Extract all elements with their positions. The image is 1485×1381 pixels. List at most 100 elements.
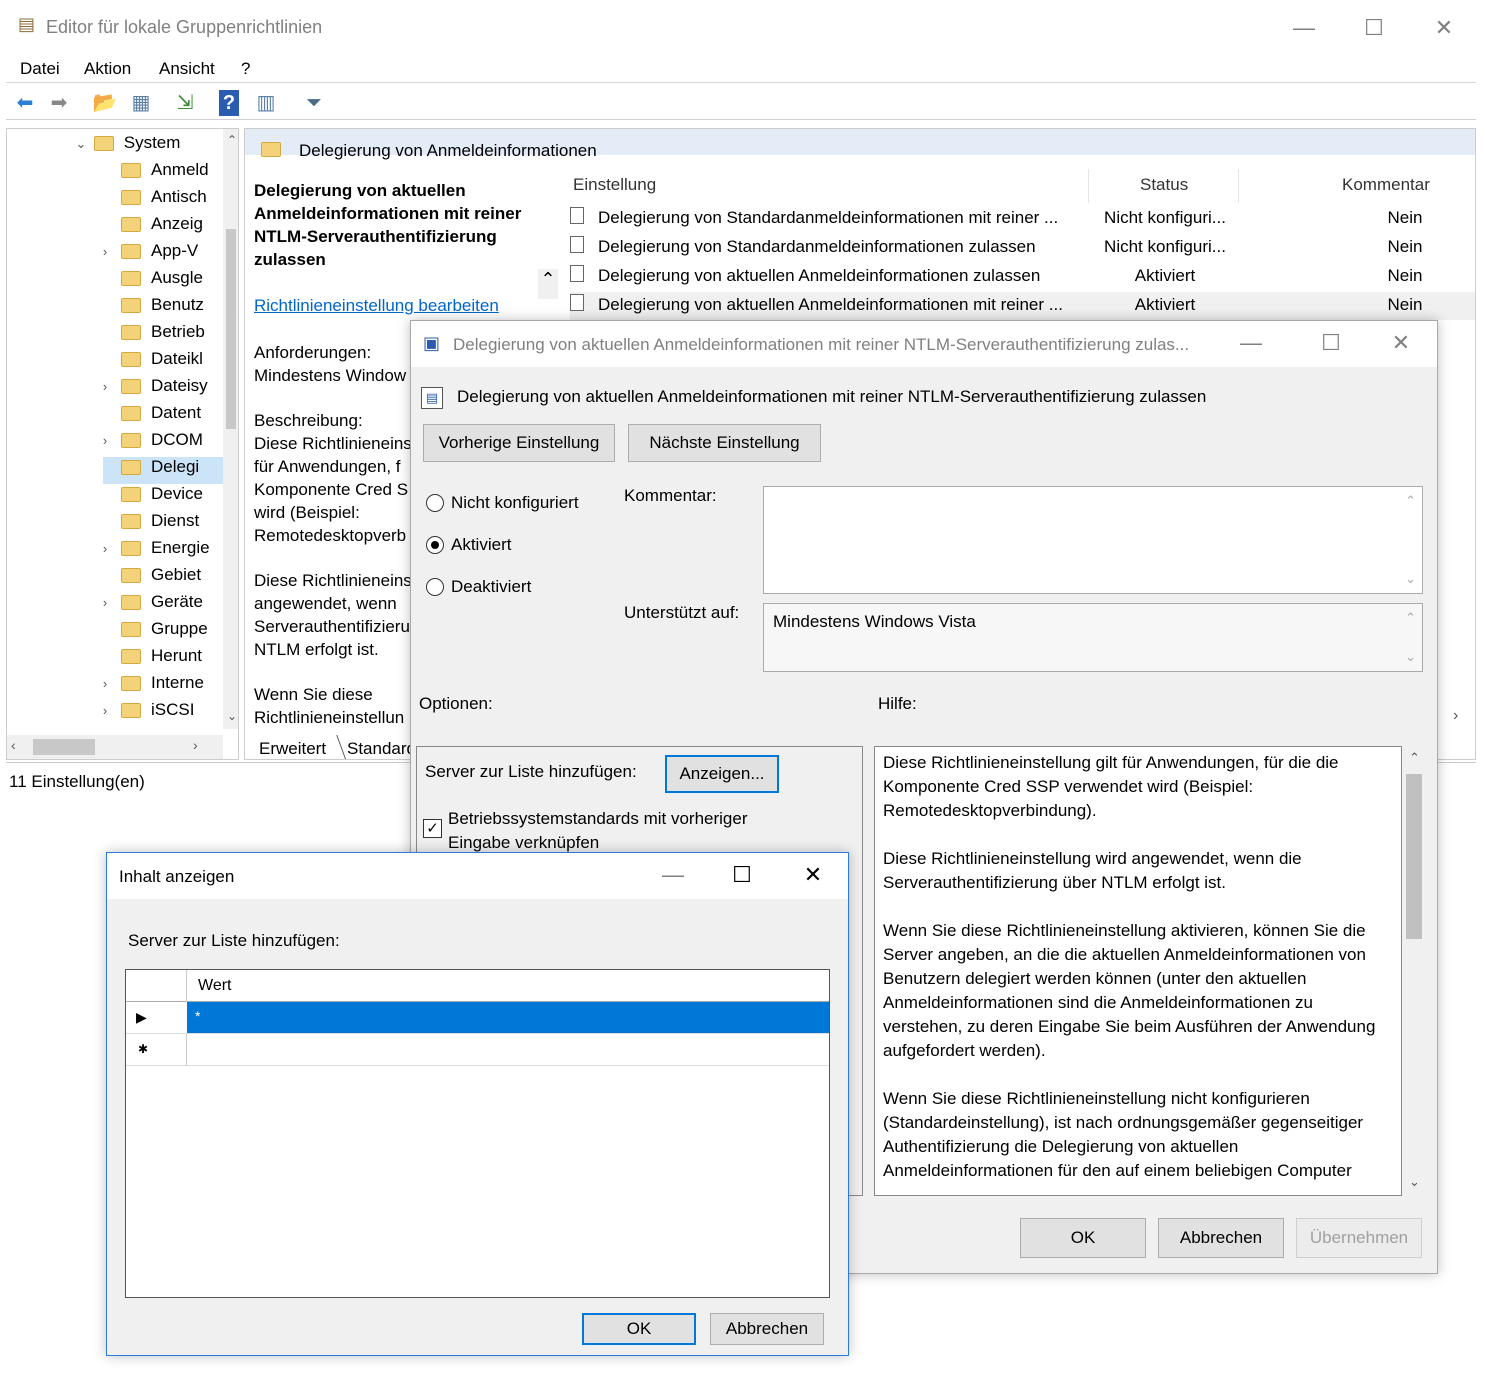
- radio-enabled-label[interactable]: Aktiviert: [451, 535, 511, 555]
- scroll-thumb[interactable]: [226, 229, 236, 429]
- close-button[interactable]: ✕: [1371, 323, 1431, 363]
- hscroll-thumb[interactable]: [33, 739, 95, 755]
- chevron-right-icon[interactable]: ›: [103, 541, 113, 556]
- tree-item[interactable]: › Energie: [103, 538, 238, 565]
- menu-datei[interactable]: Datei: [20, 59, 60, 79]
- scroll-up-icon[interactable]: ⌃: [538, 269, 558, 299]
- comment-input[interactable]: ⌃ ⌄: [763, 486, 1423, 594]
- table-row[interactable]: Delegierung von Standardanmeldeinformati…: [570, 234, 1475, 262]
- tree-item[interactable]: Delegi: [103, 457, 238, 484]
- help-icon[interactable]: ?: [219, 90, 239, 116]
- menu-help[interactable]: ?: [241, 59, 250, 79]
- scroll-down-icon[interactable]: ⌄: [227, 709, 237, 723]
- scroll-left-icon[interactable]: ‹: [11, 737, 16, 753]
- scroll-up-icon[interactable]: ⌃: [1405, 610, 1416, 626]
- column-kommentar[interactable]: Kommentar: [1342, 175, 1430, 195]
- minimize-button[interactable]: —: [1221, 323, 1281, 363]
- chevron-down-icon[interactable]: ⌄: [73, 136, 89, 152]
- tree-item[interactable]: Dienst: [103, 511, 238, 538]
- cancel-button[interactable]: Abbrechen: [1158, 1218, 1284, 1258]
- tree-item[interactable]: Herunt: [103, 646, 238, 673]
- apply-button[interactable]: Übernehmen: [1296, 1218, 1422, 1258]
- table-row[interactable]: ▶ *: [126, 1002, 829, 1034]
- scroll-thumb[interactable]: [1406, 774, 1422, 939]
- next-setting-button[interactable]: Nächste Einstellung: [628, 424, 821, 462]
- table-row[interactable]: ✱: [126, 1034, 829, 1066]
- chevron-right-icon[interactable]: ›: [103, 379, 113, 394]
- scroll-right-icon[interactable]: ›: [193, 737, 198, 753]
- properties-icon[interactable]: ▥: [253, 90, 279, 116]
- radio-not-configured[interactable]: [426, 494, 444, 512]
- chevron-right-icon[interactable]: ›: [103, 703, 113, 718]
- close-button[interactable]: ✕: [783, 855, 843, 895]
- tree-item[interactable]: › Geräte: [103, 592, 238, 619]
- tree-item[interactable]: Antisch: [103, 187, 238, 214]
- tree-scrollbar[interactable]: ⌃ ⌄: [223, 129, 238, 729]
- back-arrow-icon[interactable]: ⬅: [12, 90, 38, 116]
- scroll-down-icon[interactable]: ⌄: [1409, 1174, 1420, 1190]
- tree-item[interactable]: Betrieb: [103, 322, 238, 349]
- value-cell[interactable]: [187, 1034, 829, 1065]
- show-button[interactable]: Anzeigen...: [665, 755, 779, 793]
- chevron-right-icon[interactable]: ›: [103, 244, 113, 259]
- tab-erweitert[interactable]: Erweitert: [259, 739, 326, 759]
- checkbox-checked-icon[interactable]: ✓: [423, 819, 442, 838]
- edit-policy-link[interactable]: Richtlinieneinstellung bearbeiten: [254, 296, 499, 316]
- ok-button[interactable]: OK: [1020, 1218, 1146, 1258]
- tree-item[interactable]: Device: [103, 484, 238, 511]
- maximize-button[interactable]: ☐: [712, 855, 772, 895]
- radio-disabled-label[interactable]: Deaktiviert: [451, 577, 531, 597]
- tab-standard[interactable]: Standard: [347, 739, 416, 759]
- maximize-button[interactable]: ☐: [1301, 323, 1361, 363]
- forward-arrow-icon[interactable]: ➡: [46, 90, 72, 116]
- tree-item[interactable]: › App-V: [103, 241, 238, 268]
- ok-button[interactable]: OK: [582, 1313, 696, 1345]
- tree-item[interactable]: Gebiet: [103, 565, 238, 592]
- previous-setting-button[interactable]: Vorherige Einstellung: [423, 424, 615, 462]
- table-row[interactable]: Delegierung von aktuellen Anmeldeinforma…: [570, 263, 1475, 291]
- tree-item[interactable]: › Interne: [103, 673, 238, 700]
- minimize-button[interactable]: —: [643, 855, 703, 895]
- scroll-down-icon[interactable]: ⌄: [1405, 571, 1416, 587]
- scroll-up-icon[interactable]: ⌃: [227, 133, 237, 147]
- tree-item[interactable]: Anzeig: [103, 214, 238, 241]
- tree-item-system[interactable]: ⌄ System: [73, 133, 238, 160]
- tree-item[interactable]: Ausgle: [103, 268, 238, 295]
- radio-disabled[interactable]: [426, 578, 444, 596]
- table-row[interactable]: Delegierung von aktuellen Anmeldeinforma…: [570, 292, 1475, 320]
- value-cell-selected[interactable]: *: [187, 1002, 829, 1033]
- menu-aktion[interactable]: Aktion: [84, 59, 131, 79]
- menu-ansicht[interactable]: Ansicht: [159, 59, 215, 79]
- cancel-button[interactable]: Abbrechen: [710, 1313, 824, 1345]
- tree-item[interactable]: › DCOM: [103, 430, 238, 457]
- tree-item[interactable]: Benutz: [103, 295, 238, 322]
- column-status[interactable]: Status: [1140, 175, 1188, 195]
- export-list-icon[interactable]: ⇲: [172, 90, 198, 116]
- radio-not-configured-label[interactable]: Nicht konfiguriert: [451, 493, 579, 513]
- scroll-up-icon[interactable]: ⌃: [1409, 750, 1420, 766]
- chevron-right-icon[interactable]: ›: [103, 595, 113, 610]
- tree-item[interactable]: Dateikl: [103, 349, 238, 376]
- scroll-down-icon[interactable]: ⌄: [1405, 649, 1416, 665]
- tree-item[interactable]: Anmeld: [103, 160, 238, 187]
- tree-hscrollbar[interactable]: ‹ ›: [7, 735, 223, 759]
- radio-enabled[interactable]: [426, 536, 444, 554]
- up-folder-icon[interactable]: 📂: [92, 90, 118, 116]
- column-wert[interactable]: Wert: [198, 977, 231, 995]
- minimize-button[interactable]: —: [1274, 8, 1334, 48]
- tree-item[interactable]: Gruppe: [103, 619, 238, 646]
- help-scrollbar[interactable]: ⌃ ⌄: [1404, 746, 1424, 1196]
- table-row[interactable]: Delegierung von Standardanmeldeinformati…: [570, 205, 1475, 233]
- chevron-right-icon[interactable]: ›: [103, 676, 113, 691]
- tree-item[interactable]: Datent: [103, 403, 238, 430]
- tree-item[interactable]: › Dateisy: [103, 376, 238, 403]
- show-hide-tree-icon[interactable]: ▦: [128, 90, 154, 116]
- chevron-right-icon[interactable]: ›: [103, 433, 113, 448]
- filter-icon[interactable]: ⏷: [301, 90, 327, 116]
- tree-item[interactable]: › iSCSI: [103, 700, 238, 727]
- scroll-right-icon[interactable]: ›: [1453, 707, 1458, 725]
- checkbox-label[interactable]: Betriebssystemstandards mit vorheriger Ei…: [448, 807, 748, 855]
- close-button[interactable]: ✕: [1414, 8, 1474, 48]
- maximize-button[interactable]: ☐: [1344, 8, 1404, 48]
- column-einstellung[interactable]: Einstellung: [573, 175, 656, 195]
